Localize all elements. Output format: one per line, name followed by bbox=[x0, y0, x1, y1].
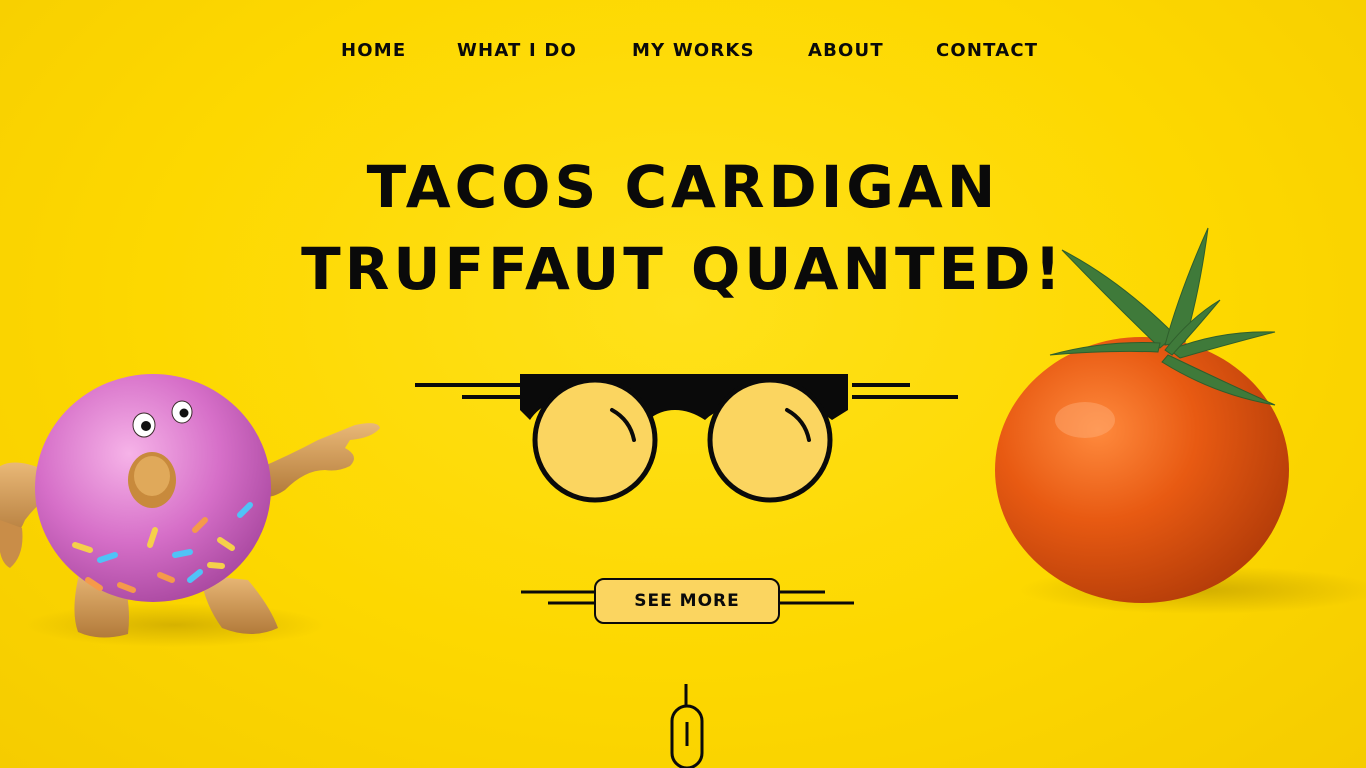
mouse-scroll-icon[interactable] bbox=[0, 0, 1366, 768]
